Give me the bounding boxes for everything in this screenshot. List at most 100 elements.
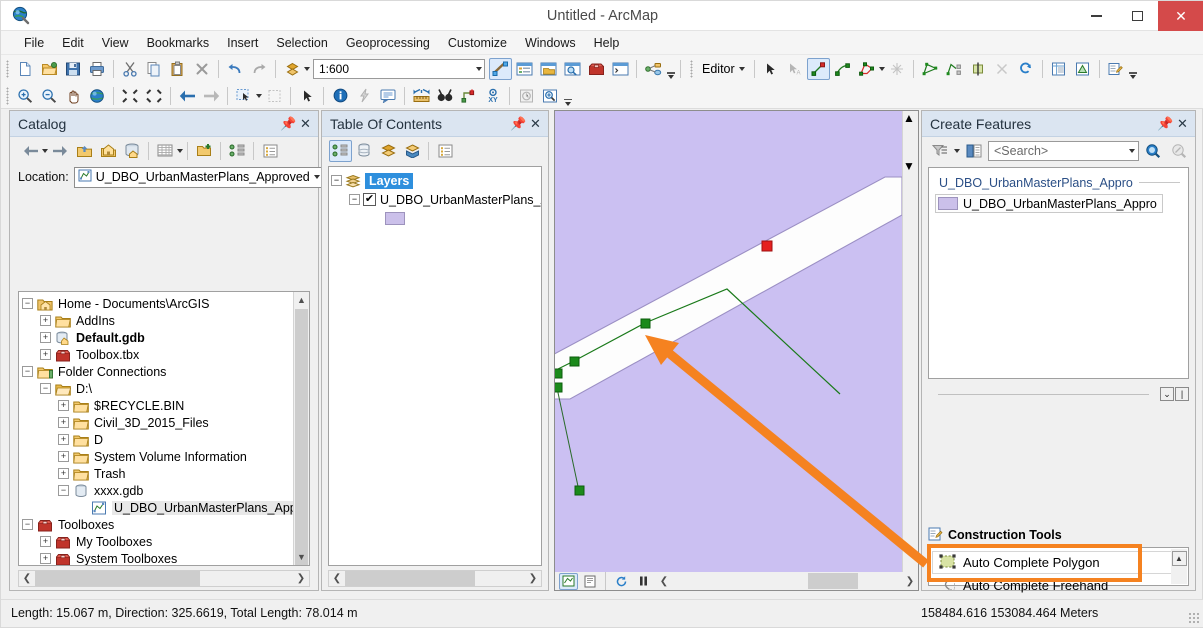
open-icon[interactable] bbox=[38, 58, 61, 80]
save-icon[interactable] bbox=[62, 58, 85, 80]
catalog-tree[interactable]: − Home - Documents\ArcGIS + AddIns + Default.… bbox=[18, 291, 310, 566]
construction-tool-dropdown-icon[interactable] bbox=[878, 67, 885, 71]
menu-customize[interactable]: Customize bbox=[439, 33, 516, 53]
html-popup-icon[interactable] bbox=[377, 85, 400, 107]
expand-icon[interactable]: + bbox=[58, 434, 69, 445]
construction-tools-scrollbar[interactable]: ▲ bbox=[1171, 549, 1187, 584]
filter-dropdown-icon[interactable] bbox=[954, 148, 960, 153]
chevron-down-icon[interactable] bbox=[476, 67, 482, 71]
model-builder-icon[interactable] bbox=[642, 58, 665, 80]
expand-icon[interactable]: + bbox=[40, 349, 51, 360]
scrollbar-track[interactable] bbox=[35, 571, 293, 586]
data-view-icon[interactable] bbox=[558, 572, 578, 590]
edit-annotation-tool-icon[interactable]: A bbox=[783, 58, 806, 80]
scrollbar-thumb[interactable] bbox=[295, 309, 308, 565]
map-scale-combo[interactable]: 1:600 bbox=[313, 59, 485, 79]
construction-tool-auto-complete-freehand[interactable]: Auto Complete Freehand bbox=[933, 574, 1188, 597]
zoom-out-icon[interactable] bbox=[38, 85, 61, 107]
collapse-icon[interactable]: − bbox=[331, 175, 342, 186]
scrollbar-thumb[interactable] bbox=[808, 573, 858, 589]
arctoolbox-icon[interactable] bbox=[585, 58, 608, 80]
catalog-tree-item[interactable]: + System Volume Information bbox=[22, 448, 293, 465]
scroll-left-icon[interactable]: ❮ bbox=[329, 573, 345, 584]
toc-symbol-row[interactable] bbox=[331, 209, 541, 228]
catalog-tree-item[interactable]: U_DBO_UrbanMasterPlans_Appro bbox=[22, 499, 293, 516]
layout-view-icon[interactable] bbox=[581, 573, 600, 590]
find-icon[interactable] bbox=[434, 85, 457, 107]
clear-selection-icon[interactable] bbox=[263, 85, 286, 107]
select-features-icon[interactable] bbox=[233, 85, 256, 107]
maximize-button[interactable] bbox=[1117, 1, 1158, 31]
toggle-contents-panel-icon[interactable] bbox=[154, 140, 177, 162]
map-vertical-scrollbar[interactable]: ▲ ▼ bbox=[902, 111, 918, 572]
reshape-feature-icon[interactable] bbox=[942, 58, 965, 80]
close-button[interactable]: ✕ bbox=[1158, 1, 1203, 31]
connect-folder-icon[interactable] bbox=[193, 140, 216, 162]
editor-toolbar-icon[interactable] bbox=[488, 58, 512, 80]
time-slider-icon[interactable] bbox=[515, 85, 538, 107]
scrollbar-thumb[interactable] bbox=[35, 571, 200, 586]
catalog-tree-item[interactable]: − Folder Connections bbox=[22, 363, 293, 380]
catalog-icon[interactable] bbox=[537, 58, 560, 80]
templates-panel-splitter[interactable]: ⌄ | bbox=[928, 383, 1189, 405]
catalog-tree-item[interactable]: + $RECYCLE.BIN bbox=[22, 397, 293, 414]
feature-template-item[interactable]: U_DBO_UrbanMasterPlans_Appro bbox=[935, 194, 1163, 213]
create-features-window-icon[interactable] bbox=[1104, 58, 1127, 80]
scroll-right-icon[interactable]: ❯ bbox=[293, 573, 309, 584]
toc-root-row[interactable]: − Layers bbox=[331, 171, 541, 190]
copy-icon[interactable] bbox=[143, 58, 166, 80]
options-icon[interactable] bbox=[434, 140, 457, 162]
cut-icon[interactable] bbox=[119, 58, 142, 80]
toolbar-grip[interactable] bbox=[6, 86, 9, 105]
map-horizontal-scrollbar-track[interactable] bbox=[672, 573, 902, 589]
hyperlink-icon[interactable] bbox=[353, 85, 376, 107]
pin-icon[interactable]: 📌 bbox=[280, 115, 297, 133]
toc-horizontal-scrollbar[interactable]: ❮ ❯ bbox=[328, 570, 542, 587]
collapse-icon[interactable]: − bbox=[22, 519, 33, 530]
add-data-icon[interactable] bbox=[281, 58, 304, 80]
catalog-tree-item[interactable]: + Toolbox.tbx bbox=[22, 346, 293, 363]
catalog-horizontal-scrollbar[interactable]: ❮ ❯ bbox=[18, 570, 310, 587]
collapse-icon[interactable]: − bbox=[40, 383, 51, 394]
list-by-source-icon[interactable] bbox=[353, 140, 376, 162]
zoom-in-icon[interactable] bbox=[14, 85, 37, 107]
minimize-button[interactable] bbox=[1076, 1, 1117, 31]
catalog-tree-item[interactable]: − Toolboxes bbox=[22, 516, 293, 533]
catalog-tree-item[interactable]: + System Toolboxes bbox=[22, 550, 293, 565]
scroll-left-icon[interactable]: ❮ bbox=[656, 576, 672, 587]
paste-icon[interactable] bbox=[167, 58, 190, 80]
list-by-selection-icon[interactable] bbox=[401, 140, 424, 162]
split-icon[interactable] bbox=[990, 58, 1013, 80]
catalog-tree-item[interactable]: − D:\ bbox=[22, 380, 293, 397]
trace-icon[interactable] bbox=[855, 58, 878, 80]
chevron-down-icon[interactable] bbox=[313, 175, 320, 179]
catalog-tree-item[interactable]: − Home - Documents\ArcGIS bbox=[22, 295, 293, 312]
menu-help[interactable]: Help bbox=[585, 33, 629, 53]
scroll-up-icon[interactable]: ▲ bbox=[903, 111, 918, 125]
expand-icon[interactable]: + bbox=[58, 468, 69, 479]
scrollbar-thumb[interactable] bbox=[903, 125, 918, 159]
catalog-tree-item[interactable]: + My Toolboxes bbox=[22, 533, 293, 550]
new-map-icon[interactable] bbox=[14, 58, 37, 80]
back-dropdown-icon[interactable] bbox=[42, 148, 48, 153]
list-by-visibility-icon[interactable] bbox=[377, 140, 400, 162]
menu-file[interactable]: File bbox=[15, 33, 53, 53]
catalog-tree-item[interactable]: + Default.gdb bbox=[22, 329, 293, 346]
collapse-icon[interactable]: | bbox=[1175, 387, 1189, 401]
catalog-tree-item[interactable]: − xxxx.gdb bbox=[22, 482, 293, 499]
edit-vertices-icon[interactable] bbox=[918, 58, 941, 80]
midpoint-icon[interactable] bbox=[885, 58, 908, 80]
add-data-dropdown-icon[interactable] bbox=[304, 67, 310, 71]
tools-overflow-button[interactable] bbox=[562, 85, 573, 107]
close-icon[interactable]: ✕ bbox=[1174, 115, 1191, 133]
print-icon[interactable] bbox=[86, 58, 109, 80]
list-by-drawing-order-icon[interactable] bbox=[328, 139, 352, 162]
catalog-tree-item[interactable]: + Civil_3D_2015_Files bbox=[22, 414, 293, 431]
scroll-down-icon[interactable]: ▼ bbox=[294, 549, 309, 565]
pan-icon[interactable] bbox=[62, 85, 85, 107]
construction-tool-auto-complete-polygon[interactable]: Auto Complete Polygon bbox=[932, 551, 1184, 574]
end-point-arc-segment-icon[interactable] bbox=[831, 58, 854, 80]
catalog-tree-item[interactable]: + AddIns bbox=[22, 312, 293, 329]
expand-icon[interactable]: + bbox=[58, 400, 69, 411]
default-geodatabase-icon[interactable] bbox=[121, 140, 144, 162]
